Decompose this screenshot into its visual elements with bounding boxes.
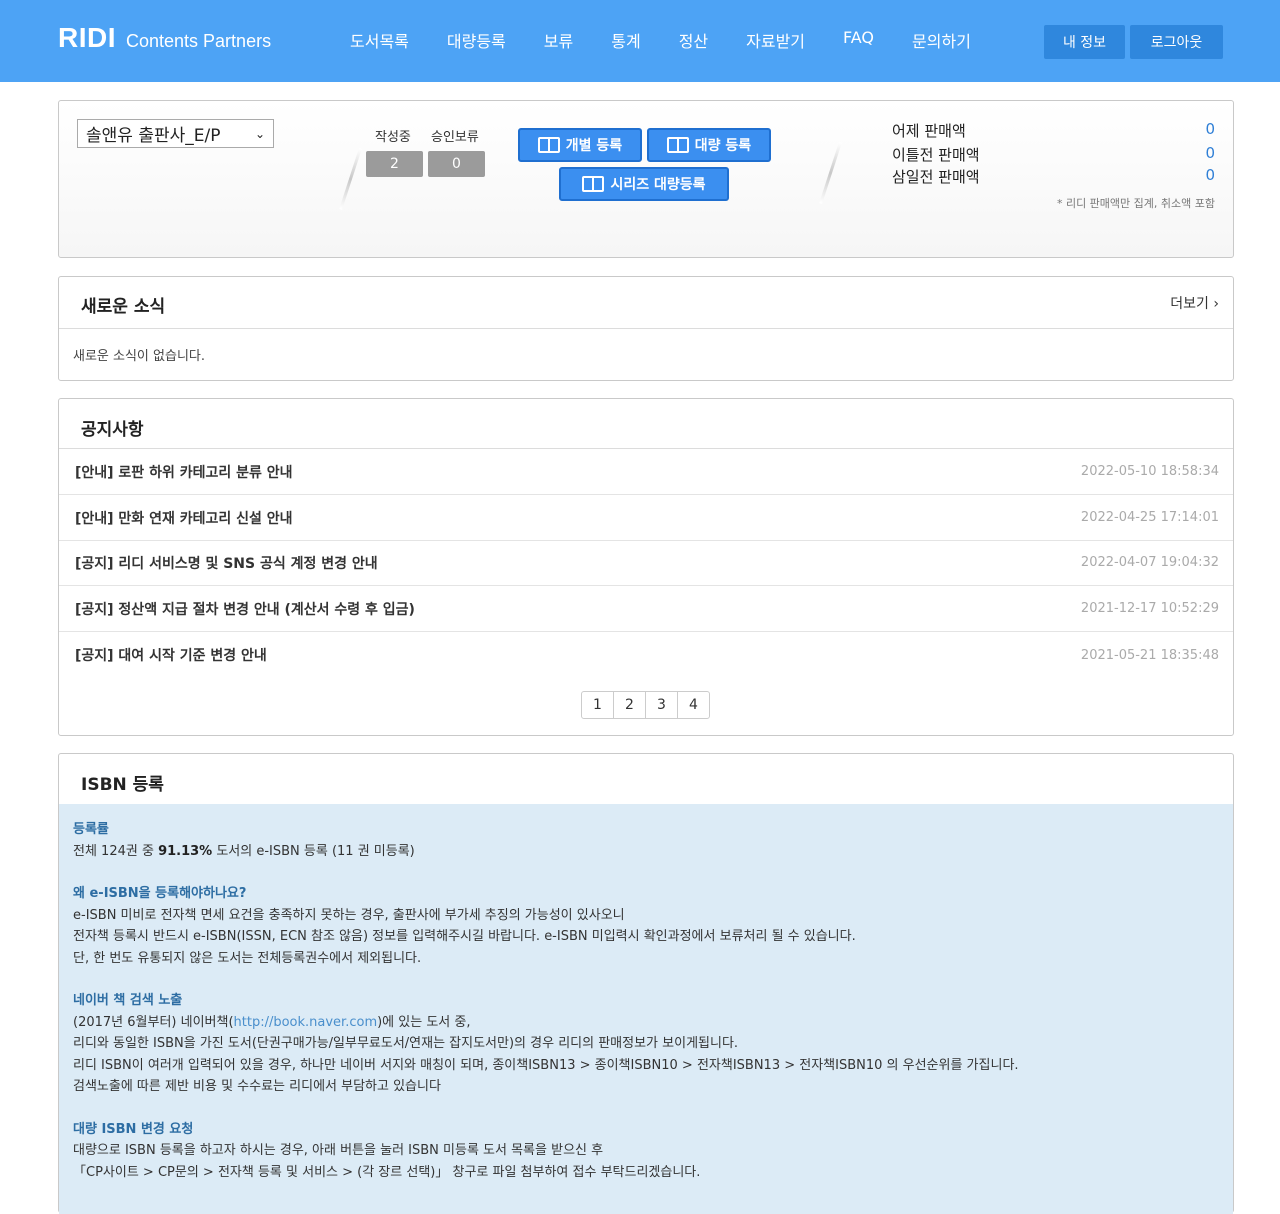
nav-settlement[interactable]: 정산 [679,28,708,52]
single-register-button[interactable]: 개별 등록 [518,128,642,162]
sales-yesterday-label: 어제 판매액 [892,122,966,140]
notice-row-date: 2021-05-21 18:35:48 [1080,647,1219,663]
isbn-naver-heading: 네이버 책 검색 노출 [73,993,183,1008]
notice-row[interactable]: [공지] 리디 서비스명 및 SNS 공식 계정 변경 안내 2022-04-0… [59,540,1233,586]
notice-row-date: 2022-04-07 19:04:32 [1080,555,1219,570]
isbn-bulk-line: 대량으로 ISBN 등록을 하고자 하시는 경우, 아래 버튼을 눌러 ISBN… [73,1143,604,1158]
news-empty-message: 새로운 소식이 없습니다. [73,349,205,364]
sales-2days-label: 이틀전 판매액 [892,146,980,164]
nav-inquiry[interactable]: 문의하기 [912,28,971,52]
notice-row-title: [공지] 리디 서비스명 및 SNS 공식 계정 변경 안내 [75,555,378,572]
isbn-rate-pre: 전체 124권 중 [73,843,159,859]
page-2-button[interactable]: 2 [613,691,646,719]
notice-row-title: [안내] 만화 연재 카테고리 신설 안내 [75,510,293,527]
panel-divider [59,328,1233,329]
isbn-why-heading: 왜 e-ISBN을 등록해야하나요? [73,886,247,901]
isbn-naver-pre: (2017년 6월부터) 네이버책( [73,1014,234,1030]
nav-downloads[interactable]: 자료받기 [746,28,805,52]
isbn-rate-text: 전체 124권 중 91.13% 도서의 e-ISBN 등록 (11 권 미등록… [73,841,1219,863]
page-1-button[interactable]: 1 [581,691,614,719]
isbn-naver-post: )에 있는 도서 중, [377,1014,471,1030]
notice-row[interactable]: [공지] 대여 시작 기준 변경 안내 2021-05-21 18:35:48 [59,632,1233,678]
divider-slash [819,142,842,204]
series-register-label: 시리즈 대량등록 [610,177,706,193]
isbn-rate-post: 도서의 e-ISBN 등록 (11 권 미등록) [212,843,415,859]
isbn-title: ISBN 등록 [81,775,164,795]
notice-row-date: 2022-05-10 18:58:34 [1080,464,1219,479]
sales-note: * 리디 판매액만 집계, 취소액 포함 [1056,197,1215,210]
sales-yesterday-value: 0 [1205,120,1215,138]
isbn-panel: ISBN 등록 등록률 전체 124권 중 91.13% 도서의 e-ISBN … [58,753,1234,1214]
notice-panel: 공지사항 [안내] 로판 하위 카테고리 분류 안내 2022-05-10 18… [58,398,1234,736]
isbn-naver-line: 리디 ISBN이 여러개 입력되어 있을 경우, 하나만 네이버 서지와 매칭이… [73,1057,1019,1073]
single-register-label: 개별 등록 [565,138,623,154]
isbn-naver-line: 검색노출에 따른 제반 비용 및 수수료는 리디에서 부담하고 있습니다 [73,1079,441,1094]
chevron-right-icon: › [1213,296,1219,312]
isbn-why-line: 단, 한 번도 유통되지 않은 도서는 전체등록권수에서 제외됩니다. [73,950,422,966]
news-more-label: 더보기 [1170,296,1209,312]
notice-row-title: [공지] 정산액 지급 절차 변경 안내 (계산서 수령 후 입금) [75,601,415,618]
notice-row-date: 2021-12-17 10:52:29 [1080,601,1219,616]
isbn-why-line: 전자책 등록시 반드시 e-ISBN(ISSN, ECN 참조 않음) 정보를 … [73,929,856,944]
ridi-logo[interactable]: RIDI Contents Partners [58,22,271,54]
notice-row[interactable]: [공지] 정산액 지급 절차 변경 안내 (계산서 수령 후 입금) 2021-… [59,586,1233,632]
isbn-naver-line: 리디와 동일한 ISBN을 가진 도서(단권구매가능/일부무료도서/연재는 잡지… [73,1036,739,1051]
news-panel: 새로운 소식 더보기 › 새로운 소식이 없습니다. [58,276,1234,381]
book-icon [582,176,605,192]
page-3-button[interactable]: 3 [645,691,678,719]
divider-slash [339,148,362,210]
isbn-rate-heading: 등록률 [73,822,109,837]
pending-count-value: 0 [452,156,461,172]
book-icon [666,137,689,153]
notice-row-title: [안내] 로판 하위 카테고리 분류 안내 [75,464,293,481]
sales-2days-value: 0 [1205,144,1215,162]
isbn-bulk-heading: 대량 ISBN 변경 요청 [73,1121,194,1137]
logo-brand: RIDI [58,22,116,53]
isbn-rate-value: 91.13% [158,843,213,859]
isbn-bulk-line: 「CP사이트 > CP문의 > 전자책 등록 및 서비스 > (각 장르 선택)… [73,1164,701,1180]
isbn-naver-intro: (2017년 6월부터) 네이버책(http://book.naver.com)… [73,1012,1219,1034]
drafting-count[interactable]: 2 [366,151,423,177]
naver-book-link[interactable]: http://book.naver.com [234,1015,378,1030]
sales-3days-label: 삼일전 판매액 [892,168,980,186]
drafting-count-value: 2 [390,156,399,172]
publisher-select[interactable]: 솔앤유 출판사_E/P ⌄ [77,119,274,148]
nav-bulk-register[interactable]: 대량등록 [447,28,506,52]
pending-label: 승인보류 [431,130,479,145]
book-icon [537,137,560,153]
page-4-button[interactable]: 4 [677,691,710,719]
main-nav: 도서목록 대량등록 보류 통계 정산 자료받기 FAQ 문의하기 [350,28,1009,52]
notice-row-title: [공지] 대여 시작 기준 변경 안내 [75,648,267,664]
notice-row-date: 2022-04-25 17:14:01 [1080,510,1219,525]
notice-title: 공지사항 [81,420,144,440]
drafting-label: 작성중 [375,130,411,145]
nav-book-list[interactable]: 도서목록 [350,28,409,52]
notice-row[interactable]: [안내] 로판 하위 카테고리 분류 안내 2022-05-10 18:58:3… [59,449,1233,495]
pagination: 1 2 3 4 [581,691,710,719]
pending-count[interactable]: 0 [428,151,485,177]
nav-on-hold[interactable]: 보류 [544,28,573,52]
news-title: 새로운 소식 [81,297,166,317]
bulk-register-label: 대량 등록 [694,138,752,154]
notice-row[interactable]: [안내] 만화 연재 카테고리 신설 안내 2022-04-25 17:14:0… [59,495,1233,541]
series-register-button[interactable]: 시리즈 대량등록 [559,167,729,201]
chevron-down-icon: ⌄ [254,126,265,141]
publisher-select-value: 솔앤유 출판사_E/P [86,126,221,146]
my-info-button[interactable]: 내 정보 [1044,25,1125,59]
sales-3days-value: 0 [1205,166,1215,184]
nav-statistics[interactable]: 통계 [611,28,640,52]
nav-faq[interactable]: FAQ [843,28,874,52]
dashboard-summary-panel: 솔앤유 출판사_E/P ⌄ 작성중 2 승인보류 0 개별 등록 대량 등록 시… [58,100,1234,258]
isbn-why-line: e-ISBN 미비로 전자책 면세 요건을 충족하지 못하는 경우, 출판사에 … [73,907,625,923]
logo-subtitle: Contents Partners [126,31,272,51]
logout-button[interactable]: 로그아웃 [1130,25,1223,59]
isbn-info-box: 등록률 전체 124권 중 91.13% 도서의 e-ISBN 등록 (11 권… [59,804,1233,1214]
bulk-register-button[interactable]: 대량 등록 [647,128,771,162]
news-more-link[interactable]: 더보기 › [1170,293,1219,313]
top-navigation-bar: RIDI Contents Partners 도서목록 대량등록 보류 통계 정… [0,0,1280,82]
